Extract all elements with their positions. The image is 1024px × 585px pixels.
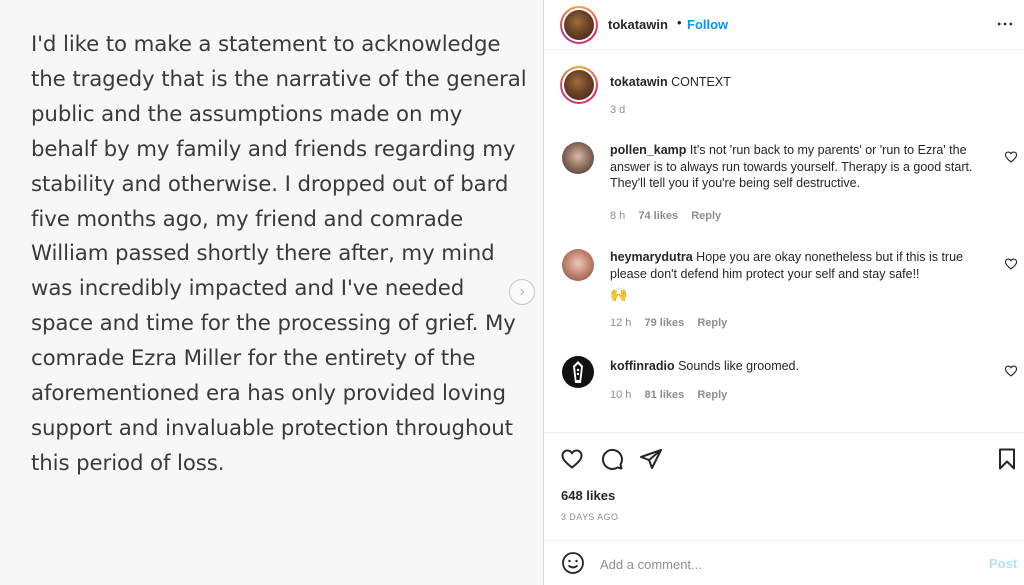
comment-username[interactable]: koffinradio [610,359,675,373]
comment-time: 10 h [610,389,632,401]
like-comment-heart-icon[interactable] [1004,364,1018,378]
post-likes-count[interactable]: 648 likes [561,488,615,503]
comment-likes[interactable]: 74 likes [638,210,678,222]
follow-button[interactable]: Follow [687,17,728,32]
koffin-logo-icon [573,361,583,383]
post-side-panel: tokatawin • Follow tokatawin CONTEXT 3 d… [543,0,1024,585]
share-icon[interactable] [639,447,663,471]
reply-button[interactable]: Reply [691,210,721,222]
separator-dot: • [677,15,682,30]
comment-body: Sounds like groomed. [678,359,799,373]
post-header: tokatawin • Follow [544,0,1024,50]
comment-time: 12 h [610,317,632,329]
reply-button[interactable]: Reply [697,317,727,329]
smiley-icon[interactable] [561,551,585,575]
caption-time: 3 d [610,104,626,116]
comment-text: koffinradio Sounds like groomed. [610,358,996,375]
avatar[interactable] [560,66,598,104]
reply-button[interactable]: Reply [697,389,727,401]
header-username[interactable]: tokatawin [608,17,668,32]
comment-emoji: 🙌 [610,286,628,302]
post-timestamp: 3 DAYS AGO [561,512,619,522]
comment-likes[interactable]: 79 likes [644,317,684,329]
comment-icon[interactable] [600,447,624,471]
comment-input[interactable] [600,553,970,575]
post-button[interactable]: Post [989,556,1017,571]
post-image: I'd like to make a statement to acknowle… [0,0,543,585]
caption-username[interactable]: tokatawin [610,75,668,89]
chevron-right-icon[interactable]: › [509,279,535,305]
comment-time: 8 h [610,210,626,222]
caption-text: tokatawin CONTEXT [610,74,996,91]
comment-username[interactable]: heymarydutra [610,250,693,264]
comment-meta: 10 h 81 likes Reply [610,389,737,401]
comment-likes[interactable]: 81 likes [644,389,684,401]
more-horizontal-icon[interactable] [995,14,1015,34]
like-comment-heart-icon[interactable] [1004,257,1018,271]
action-bar: 648 likes 3 DAYS AGO [544,432,1024,540]
avatar[interactable] [562,142,594,174]
avatar[interactable] [560,6,598,44]
like-comment-heart-icon[interactable] [1004,150,1018,164]
comment-meta: 12 h 79 likes Reply [610,317,737,329]
comment-text: pollen_kamp It's not 'run back to my par… [610,142,992,192]
comment-username[interactable]: pollen_kamp [610,143,686,157]
caption-body: CONTEXT [671,75,731,89]
add-comment-bar: Post [544,540,1024,585]
statement-text: I'd like to make a statement to acknowle… [31,32,527,476]
avatar[interactable] [562,356,594,388]
comment-meta: 8 h 74 likes Reply [610,210,731,222]
avatar[interactable] [562,249,594,281]
heart-icon[interactable] [560,447,584,471]
bookmark-icon[interactable] [995,447,1019,471]
comment-text: heymarydutra Hope you are okay nonethele… [610,249,992,303]
